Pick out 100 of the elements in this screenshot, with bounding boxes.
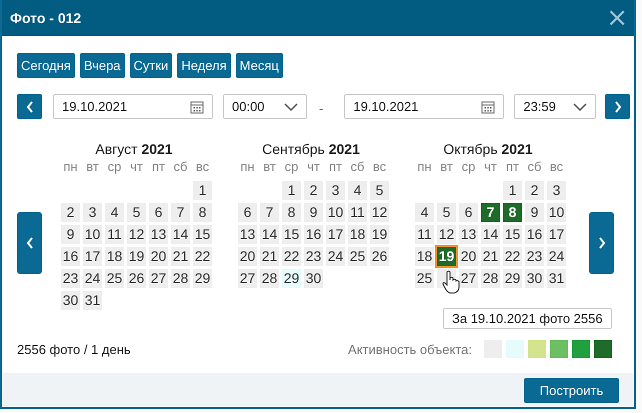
date-field[interactable]: 19.10.2021 <box>53 94 213 119</box>
calendar-day[interactable]: 21 <box>481 247 500 266</box>
calendar-day[interactable]: 13 <box>238 225 257 244</box>
calendar-day[interactable]: 9 <box>525 203 544 222</box>
calendar-day[interactable]: 9 <box>304 203 323 222</box>
calendar-day[interactable]: 9 <box>61 225 80 244</box>
calendar-day[interactable]: 17 <box>83 247 102 266</box>
calendar-day[interactable]: 8 <box>282 203 301 222</box>
calendar-day[interactable]: 16 <box>304 225 323 244</box>
calendar-day[interactable]: 14 <box>260 225 279 244</box>
calendar-day[interactable]: 15 <box>193 225 212 244</box>
previous-button[interactable] <box>17 94 42 119</box>
build-button[interactable]: Построить <box>524 378 619 402</box>
calendar-day[interactable]: 16 <box>61 247 80 266</box>
calendar-day[interactable]: 24 <box>83 269 102 288</box>
calendar-day[interactable]: 15 <box>503 225 522 244</box>
calendar-day[interactable]: 7 <box>171 203 190 222</box>
calendar-day[interactable]: 5 <box>437 203 456 222</box>
calendar-day[interactable]: 31 <box>547 269 566 288</box>
calendar-day[interactable]: 14 <box>171 225 190 244</box>
calendar-day[interactable]: 23 <box>61 269 80 288</box>
range-button[interactable]: Месяц <box>236 53 283 78</box>
calendar-day[interactable]: 11 <box>415 225 434 244</box>
calendar-day[interactable]: 14 <box>481 225 500 244</box>
calendar-day[interactable]: 22 <box>282 247 301 266</box>
calendar-day[interactable]: 13 <box>149 225 168 244</box>
calendar-day[interactable]: 5 <box>127 203 146 222</box>
calendar-day[interactable]: 4 <box>348 181 367 200</box>
calendar-day[interactable]: 23 <box>525 247 544 266</box>
calendar-day[interactable]: 18 <box>105 247 124 266</box>
range-button[interactable]: Вчера <box>80 53 125 78</box>
calendar-day[interactable]: 27 <box>459 269 478 288</box>
calendar-day[interactable]: 27 <box>149 269 168 288</box>
calendar-day[interactable]: 31 <box>83 291 102 310</box>
calendar-day[interactable]: 23 <box>304 247 323 266</box>
calendar-day[interactable]: 19 <box>370 225 389 244</box>
calendar-day[interactable]: 20 <box>149 247 168 266</box>
calendar-day[interactable]: 25 <box>105 269 124 288</box>
calendar-day[interactable]: 3 <box>326 181 345 200</box>
calendar-day[interactable]: 1 <box>503 181 522 200</box>
calendar-day[interactable]: 2 <box>525 181 544 200</box>
calendar-day[interactable]: 29 <box>193 269 212 288</box>
calendar-day[interactable]: 30 <box>525 269 544 288</box>
calendar-day[interactable]: 27 <box>238 269 257 288</box>
calendar-day[interactable]: 4 <box>105 203 124 222</box>
calendar-day[interactable]: 19 <box>127 247 146 266</box>
calendar-day[interactable]: 8 <box>193 203 212 222</box>
calendar-day[interactable]: 10 <box>83 225 102 244</box>
calendar-day[interactable]: 29 <box>503 269 522 288</box>
calendar-day[interactable]: 26 <box>127 269 146 288</box>
close-button[interactable]: × <box>606 5 628 31</box>
calendar-day[interactable]: 28 <box>481 269 500 288</box>
calendar-day[interactable]: 24 <box>326 247 345 266</box>
calendar-day[interactable]: 7 <box>260 203 279 222</box>
calendar-day[interactable]: 24 <box>547 247 566 266</box>
calendar-day[interactable]: 22 <box>193 247 212 266</box>
calendar-day[interactable]: 25 <box>415 269 434 288</box>
range-button[interactable]: Сегодня <box>17 53 75 78</box>
calendar-day[interactable]: 4 <box>415 203 434 222</box>
calendar-day[interactable]: 12 <box>370 203 389 222</box>
calendar-day[interactable]: 19 <box>437 247 456 266</box>
calendar-day[interactable]: 6 <box>149 203 168 222</box>
calendar-day[interactable]: 3 <box>547 181 566 200</box>
previous-month-button[interactable] <box>17 212 42 274</box>
calendar-day[interactable]: 11 <box>348 203 367 222</box>
calendar-day[interactable]: 2 <box>61 203 80 222</box>
calendar-day[interactable]: 8 <box>503 203 522 222</box>
calendar-day[interactable]: 11 <box>105 225 124 244</box>
range-button[interactable]: Сутки <box>130 53 172 78</box>
time-dropdown[interactable]: 23:59 <box>514 94 596 119</box>
calendar-day[interactable]: 5 <box>370 181 389 200</box>
calendar-day[interactable]: 17 <box>547 225 566 244</box>
calendar-day[interactable]: 7 <box>481 203 500 222</box>
time-dropdown[interactable]: 00:00 <box>223 94 307 119</box>
calendar-day[interactable]: 2 <box>304 181 323 200</box>
calendar-day[interactable]: 15 <box>282 225 301 244</box>
calendar-day[interactable]: 28 <box>260 269 279 288</box>
calendar-day[interactable]: 10 <box>326 203 345 222</box>
calendar-day[interactable]: 16 <box>525 225 544 244</box>
calendar-day[interactable]: 29 <box>282 269 301 288</box>
calendar-day[interactable]: 25 <box>348 247 367 266</box>
calendar-day[interactable]: 12 <box>127 225 146 244</box>
range-button[interactable]: Неделя <box>177 53 231 78</box>
calendar-day[interactable]: 30 <box>304 269 323 288</box>
calendar-day[interactable]: 21 <box>260 247 279 266</box>
calendar-day[interactable]: 20 <box>459 247 478 266</box>
calendar-day[interactable]: 22 <box>503 247 522 266</box>
calendar-day[interactable]: 10 <box>547 203 566 222</box>
calendar-day[interactable]: 3 <box>83 203 102 222</box>
calendar-day[interactable]: 21 <box>171 247 190 266</box>
calendar-day[interactable]: 6 <box>238 203 257 222</box>
calendar-day[interactable]: 18 <box>348 225 367 244</box>
calendar-day[interactable]: 30 <box>61 291 80 310</box>
next-button[interactable] <box>605 94 630 119</box>
next-month-button[interactable] <box>589 212 614 274</box>
calendar-day[interactable]: 17 <box>326 225 345 244</box>
calendar-day[interactable]: 28 <box>171 269 190 288</box>
calendar-day[interactable]: 26 <box>370 247 389 266</box>
calendar-day[interactable]: 13 <box>459 225 478 244</box>
calendar-day[interactable]: 6 <box>459 203 478 222</box>
